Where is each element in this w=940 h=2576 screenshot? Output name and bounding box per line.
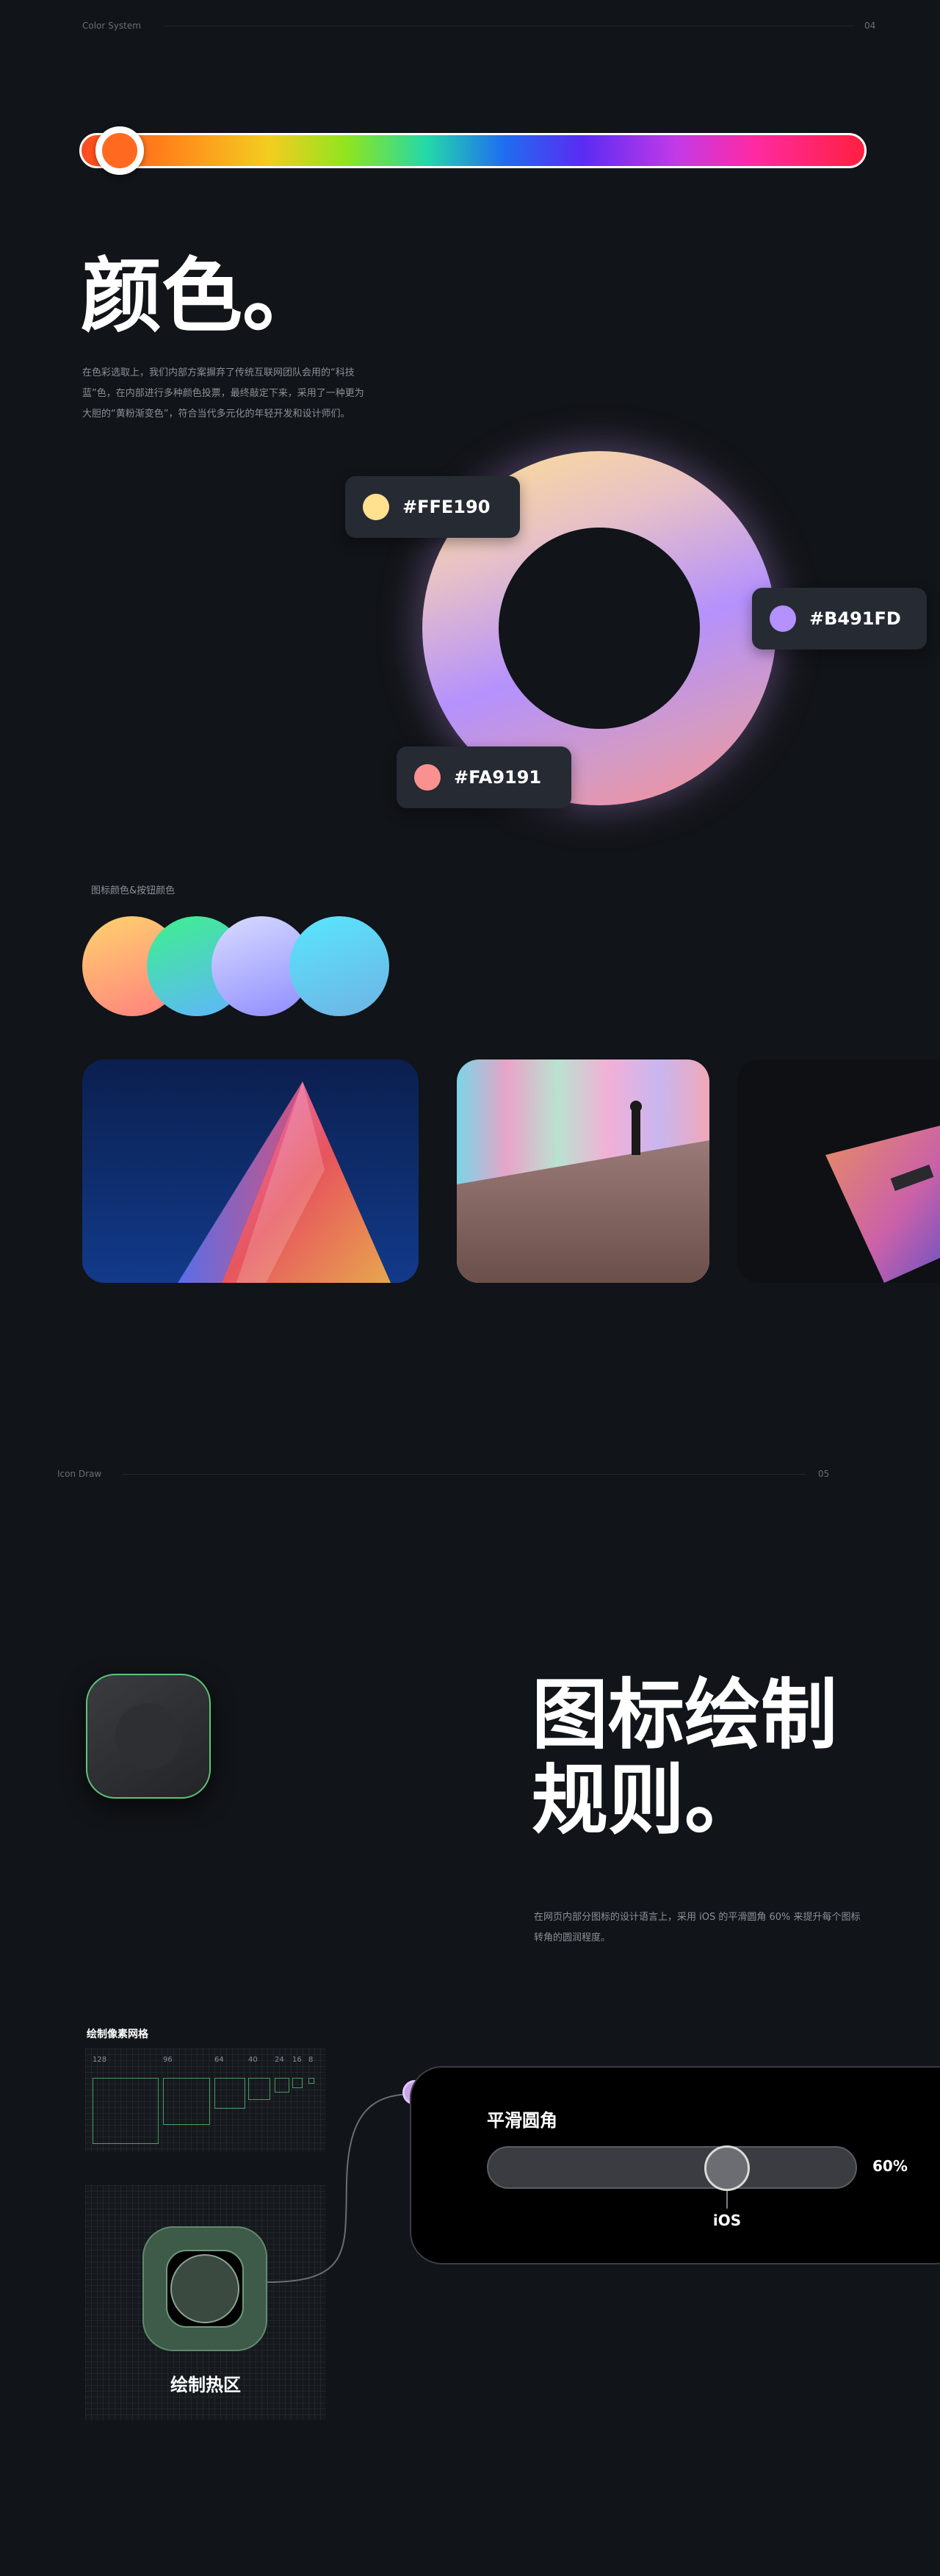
- photo-prism: [82, 1059, 419, 1283]
- smooth-corner-title: 平滑圆角: [487, 2110, 557, 2131]
- donut-hole: [499, 528, 700, 729]
- colors-description: 在色彩选取上，我们内部方案摒弃了传统互联网团队会用的“科技 蓝”色，在内部进行多…: [82, 363, 391, 425]
- title-line: 图标绘制: [532, 1670, 838, 1760]
- pixel-square-128: [93, 2078, 159, 2144]
- section-divider: [122, 1474, 806, 1475]
- icon-draw-title: 图标绘制 规则。: [532, 1672, 837, 1843]
- icon-button-color-label: 图标颜色&按钮颜色: [91, 885, 176, 896]
- hotzone-label: 绘制热区: [170, 2375, 241, 2395]
- prism-image: [82, 1059, 419, 1283]
- corridor-image: [457, 1059, 709, 1283]
- swatch-chip-yellow: #FFE190: [345, 476, 520, 538]
- section-number: 05: [818, 1469, 830, 1479]
- pixel-size-label: 40: [248, 2056, 258, 2064]
- icon-draw-description: 在网页内部分图标的设计语言上，采用 iOS 的平滑圆角 60% 来提升每个图标 …: [534, 1907, 872, 1949]
- corner-slider-thumb[interactable]: [704, 2145, 750, 2191]
- app-icon-inner-circle: [115, 1703, 181, 1769]
- photo-corridor: [457, 1059, 709, 1283]
- section-label-color-system: Color System: [82, 21, 141, 31]
- pixel-size-label: 16: [292, 2056, 302, 2064]
- slider-tick: [726, 2191, 728, 2209]
- gradient-circle-cyan: [289, 916, 389, 1016]
- swatch-chip-purple: #B491FD: [752, 588, 927, 650]
- description-line: 在网页内部分图标的设计语言上，采用 iOS 的平滑圆角 60% 来提升每个图标: [534, 1912, 861, 1923]
- pixel-size-label: 64: [214, 2056, 224, 2064]
- laptop-image: [737, 1059, 940, 1283]
- pixel-size-label: 96: [163, 2056, 173, 2064]
- swatch-hex: #FA9191: [454, 767, 542, 788]
- corner-slider-track[interactable]: [487, 2146, 857, 2189]
- swatch-chip-pink: #FA9191: [397, 746, 571, 808]
- corner-caption: iOS: [712, 2212, 742, 2229]
- pixel-size-label: 128: [93, 2056, 107, 2064]
- color-slider-thumb[interactable]: [95, 126, 144, 175]
- color-slider-track[interactable]: [79, 133, 867, 168]
- swatch-hex: #FFE190: [402, 497, 491, 517]
- description-line: 蓝”色，在内部进行多种颜色投票，最终敲定下来，采用了一种更为: [82, 388, 364, 399]
- description-line: 在色彩选取上，我们内部方案摒弃了传统互联网团队会用的“科技: [82, 367, 355, 378]
- connector-line: [267, 2093, 416, 2283]
- colors-title: 颜色。: [81, 249, 323, 343]
- swatch-hex: #B491FD: [809, 608, 901, 629]
- pixel-size-label: 8: [308, 2056, 314, 2064]
- section-label-icon-draw: Icon Draw: [57, 1469, 102, 1479]
- swatch-dot: [363, 494, 389, 520]
- title-line: 规则。: [532, 1755, 762, 1845]
- pixel-grid-title: 绘制像素网格: [87, 2029, 148, 2040]
- pixel-square-64: [214, 2078, 245, 2109]
- corner-value: 60%: [872, 2157, 908, 2175]
- swatch-dot: [414, 764, 441, 791]
- swatch-dot: [770, 605, 796, 632]
- section-number: 04: [864, 21, 876, 31]
- photo-laptop: [737, 1059, 940, 1283]
- hotzone-circle: [170, 2254, 239, 2323]
- description-line: 大胆的“黄粉渐变色”，符合当代多元化的年轻开发和设计师们。: [82, 409, 350, 420]
- pixel-size-label: 24: [275, 2056, 284, 2064]
- pixel-square-96: [163, 2078, 210, 2125]
- description-line: 转角的圆润程度。: [534, 1932, 611, 1943]
